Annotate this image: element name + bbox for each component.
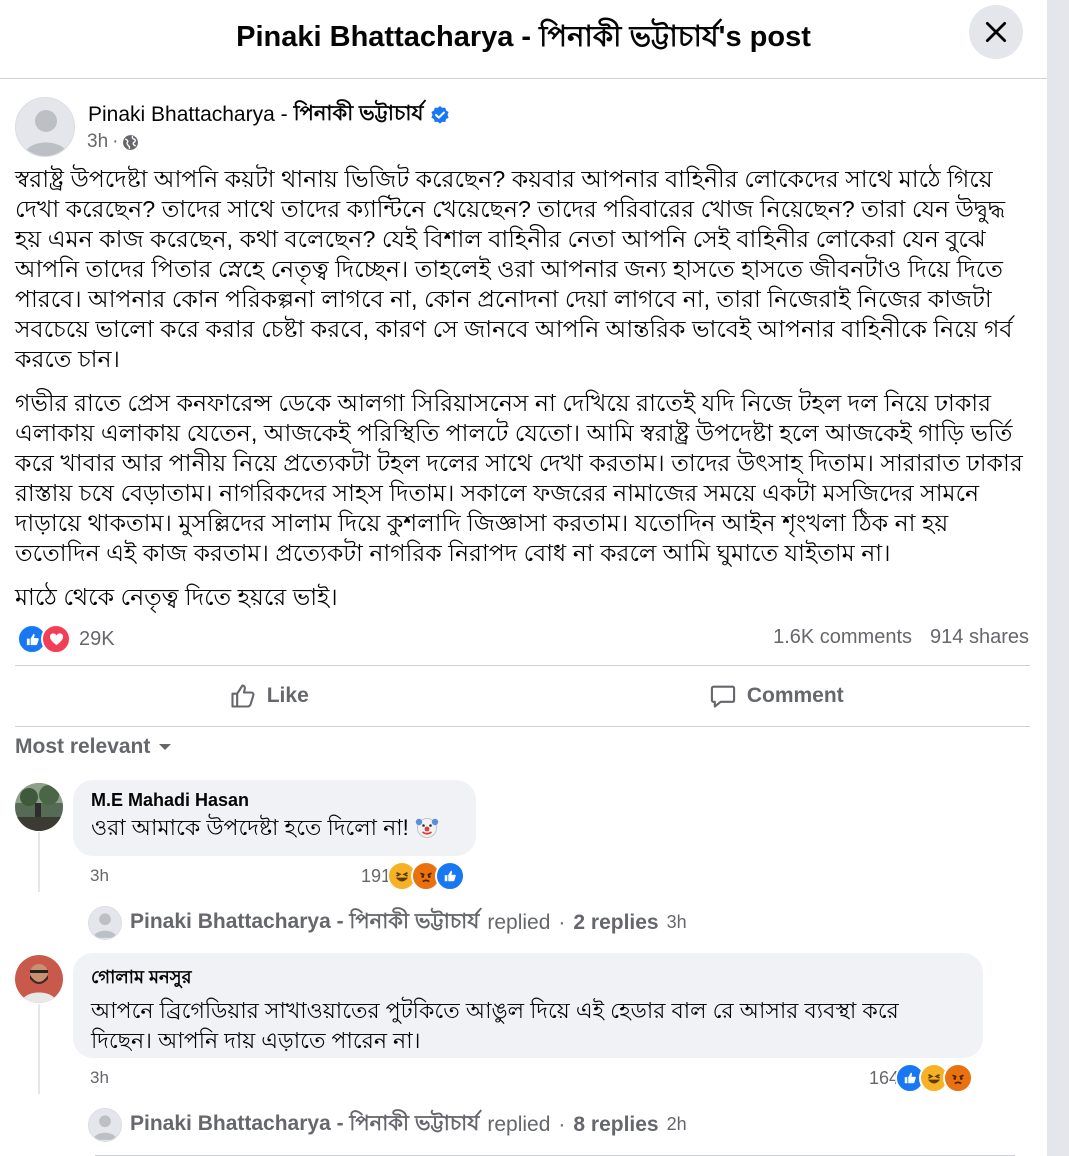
love-reaction-icon: [41, 624, 71, 654]
replier-avatar: [88, 905, 122, 940]
comment-text-content: ওরা আমাকে উপদেষ্টা হতে দিলো না!: [91, 815, 409, 840]
reply-count: 8 replies: [573, 1112, 659, 1136]
default-avatar-icon: [89, 1108, 121, 1141]
default-avatar-icon: [16, 98, 74, 156]
comment-label: Comment: [746, 684, 844, 707]
comments-count[interactable]: 1.6K comments: [773, 626, 912, 649]
comment-time[interactable]: 3h: [90, 1068, 109, 1088]
globe-icon: [123, 134, 139, 150]
author-name[interactable]: Pinaki Bhattacharya - পিনাকী ভট্টাচার্য: [88, 97, 450, 132]
post-dialog: Pinaki Bhattacharya - পিনাকী ভট্টাচার্য'…: [0, 0, 1047, 1156]
like-button[interactable]: Like: [15, 666, 523, 726]
caret-down-icon: [159, 744, 172, 750]
author-name-bangla: পিনাকী ভট্টাচার্য: [293, 102, 424, 125]
author-avatar[interactable]: [15, 97, 75, 157]
comment-text: আপনে ব্রিগেডিয়ার সাখাওয়াতের পুটকিতে আঙ…: [91, 998, 899, 1053]
replier-name: Pinaki Bhattacharya - পিনাকী ভট্টাচার্য: [130, 910, 480, 933]
reply-separator: ·: [558, 910, 566, 934]
author-name-latin: Pinaki Bhattacharya -: [88, 102, 288, 126]
commenter-avatar[interactable]: [15, 783, 63, 831]
post-paragraph: গভীর রাতে প্রেস কনফারেন্স ডেকে আলগা সিরি…: [15, 390, 1023, 566]
sort-label: Most relevant: [15, 735, 151, 758]
clown-emoji-icon: [415, 818, 439, 838]
dialog-header: Pinaki Bhattacharya - পিনাকী ভট্টাচার্য'…: [0, 0, 1047, 79]
commenter-name[interactable]: M.E Mahadi Hasan: [91, 790, 458, 811]
shares-count[interactable]: 914 shares: [930, 626, 1029, 649]
commenter-avatar[interactable]: [15, 955, 63, 1003]
reply-time: 3h: [666, 912, 687, 932]
like-reaction-icon: [435, 861, 466, 891]
reaction-count: 29K: [79, 627, 115, 650]
post-paragraph: স্বরাষ্ট্র উপদেষ্টা আপনি কয়টা থানায় ভি…: [15, 166, 1013, 372]
close-button[interactable]: [969, 5, 1023, 59]
post-paragraph: মাঠে থেকে নেতৃত্ব দিতে হয়রে ভাই।: [15, 584, 338, 610]
view-replies-link[interactable]: Pinaki Bhattacharya - পিনাকী ভট্টাচার্য …: [88, 1107, 687, 1142]
post-text: স্বরাষ্ট্র উপদেষ্টা আপনি কয়টা থানায় ভি…: [15, 164, 1030, 626]
post-time[interactable]: 3h: [87, 131, 108, 153]
comment-button[interactable]: Comment: [523, 666, 1031, 726]
commenter-name[interactable]: গোলাম মনসুর: [91, 963, 965, 994]
post-stats: 1.6K comments 914 shares: [773, 626, 1029, 649]
comment-time[interactable]: 3h: [90, 866, 109, 886]
commenter-photo: [15, 783, 63, 831]
comment-text: ওরা আমাকে উপদেষ্টা হতে দিলো না!: [91, 813, 458, 843]
meta-separator: ·: [112, 131, 119, 152]
post-header: Pinaki Bhattacharya - পিনাকী ভট্টাচার্য …: [15, 97, 1015, 157]
comment-sort-dropdown[interactable]: Most relevant: [15, 735, 172, 759]
reply-time: 2h: [666, 1114, 687, 1134]
comment-bubble-icon: [710, 685, 735, 708]
close-icon: [985, 21, 1007, 43]
replied-verb: replied: [487, 910, 551, 934]
reply-count: 2 replies: [573, 910, 659, 934]
thread-line: [38, 1004, 40, 1094]
like-thumb-icon: [231, 684, 255, 708]
comment-bubble: গোলাম মনসুর আপনে ব্রিগেডিয়ার সাখাওয়াতে…: [73, 953, 983, 1058]
comment-bubble: M.E Mahadi Hasan ওরা আমাকে উপদেষ্টা হতে …: [73, 780, 476, 856]
dialog-title: Pinaki Bhattacharya - পিনাকী ভট্টাচার্য'…: [236, 21, 811, 53]
like-label: Like: [266, 684, 309, 707]
comment-reactions[interactable]: 191: [361, 861, 466, 891]
comment-reactions[interactable]: 164: [869, 1063, 974, 1093]
replier-name: Pinaki Bhattacharya - পিনাকী ভট্টাচার্য: [130, 1112, 480, 1135]
view-replies-link[interactable]: Pinaki Bhattacharya - পিনাকী ভট্টাচার্য …: [88, 905, 687, 940]
post-meta: 3h ·: [87, 131, 139, 153]
default-avatar-icon: [89, 906, 121, 939]
reply-separator: ·: [558, 1112, 566, 1136]
reaction-summary[interactable]: 29K: [17, 624, 115, 654]
scrollbar[interactable]: [1047, 0, 1069, 1156]
action-bar: Like Comment: [15, 665, 1030, 727]
angry-reaction-icon: [943, 1063, 974, 1093]
replier-avatar: [88, 1107, 122, 1142]
thread-line: [38, 832, 40, 892]
commenter-photo: [15, 955, 63, 1003]
replied-verb: replied: [487, 1112, 551, 1136]
verified-badge-icon: [430, 105, 449, 124]
